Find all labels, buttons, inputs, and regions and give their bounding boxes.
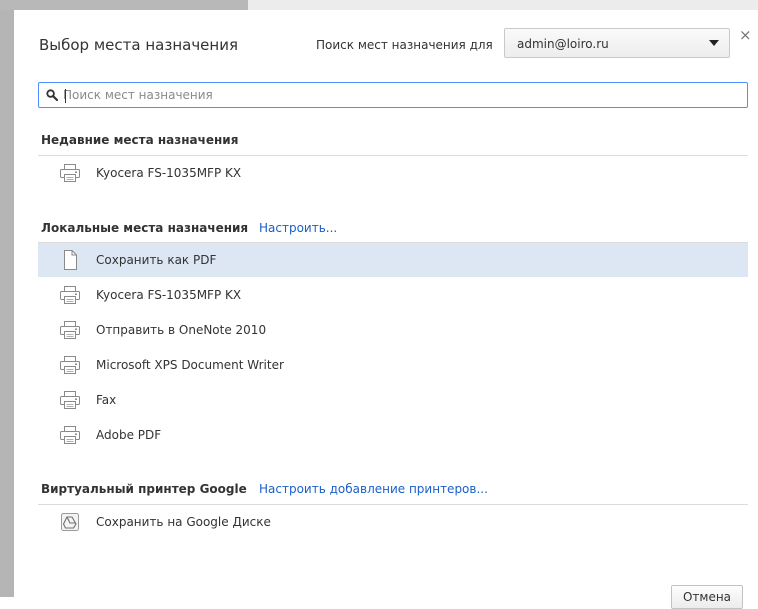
close-icon[interactable]: ×: [739, 26, 752, 44]
printer-icon: [59, 425, 81, 445]
destination-label: Kyocera FS-1035MFP KX: [96, 288, 242, 302]
google-drive-icon: [61, 513, 79, 531]
background-window-edge: [0, 0, 14, 597]
local-configure-link[interactable]: Настроить...: [259, 221, 337, 235]
printer-icon: [60, 356, 80, 374]
destination-item[interactable]: Сохранить как PDF: [38, 243, 748, 277]
recent-header: Недавние места назначения: [41, 133, 239, 147]
text-caret: [65, 89, 66, 103]
account-select[interactable]: admin@loiro.ru: [504, 28, 730, 58]
destination-label: Сохранить на Google Диске: [96, 515, 271, 529]
google-drive-icon: [59, 512, 81, 532]
destination-item[interactable]: Сохранить на Google Диске: [38, 505, 748, 539]
printer-icon: [59, 390, 81, 410]
destination-item[interactable]: Fax: [38, 383, 748, 417]
destination-label: Отправить в OneNote 2010: [96, 323, 267, 337]
search-input[interactable]: [63, 86, 739, 104]
destination-label: Сохранить как PDF: [96, 253, 217, 267]
chevron-down-icon: [709, 40, 719, 46]
destination-item[interactable]: Adobe PDF: [38, 418, 748, 452]
printer-icon: [60, 321, 80, 339]
dialog-title: Выбор места назначения: [39, 36, 238, 54]
search-icon: [46, 89, 58, 101]
destination-item[interactable]: Kyocera FS-1035MFP KX: [38, 278, 748, 312]
printer-icon: [59, 163, 81, 183]
account-select-value: admin@loiro.ru: [517, 37, 609, 51]
pdf-file-icon: [59, 250, 81, 270]
printer-icon: [60, 286, 80, 304]
destination-label: Fax: [96, 393, 117, 407]
destination-label: Kyocera FS-1035MFP KX: [96, 166, 242, 180]
printer-icon: [59, 355, 81, 375]
printer-icon: [59, 285, 81, 305]
destination-item[interactable]: Отправить в OneNote 2010: [38, 313, 748, 347]
pdf-file-icon: [64, 250, 77, 270]
background-window-top-dark: [0, 0, 248, 10]
cloud-configure-link[interactable]: Настроить добавление принтеров...: [259, 482, 488, 496]
printer-icon: [59, 320, 81, 340]
destination-label: Adobe PDF: [96, 428, 162, 442]
search-for-label: Поиск мест назначения для: [316, 38, 493, 52]
printer-icon: [60, 426, 80, 444]
destination-label: Microsoft XPS Document Writer: [96, 358, 284, 372]
destination-item[interactable]: Microsoft XPS Document Writer: [38, 348, 748, 382]
printer-icon: [60, 391, 80, 409]
cloud-header: Виртуальный принтер Google: [41, 482, 247, 496]
local-header: Локальные места назначения: [41, 221, 249, 235]
search-box[interactable]: [38, 82, 748, 108]
cancel-button[interactable]: Отмена: [671, 585, 743, 609]
printer-icon: [60, 164, 80, 182]
destination-dialog: Выбор места назначения Поиск мест назнач…: [14, 10, 758, 609]
destination-item[interactable]: Kyocera FS-1035MFP KX: [38, 156, 748, 190]
